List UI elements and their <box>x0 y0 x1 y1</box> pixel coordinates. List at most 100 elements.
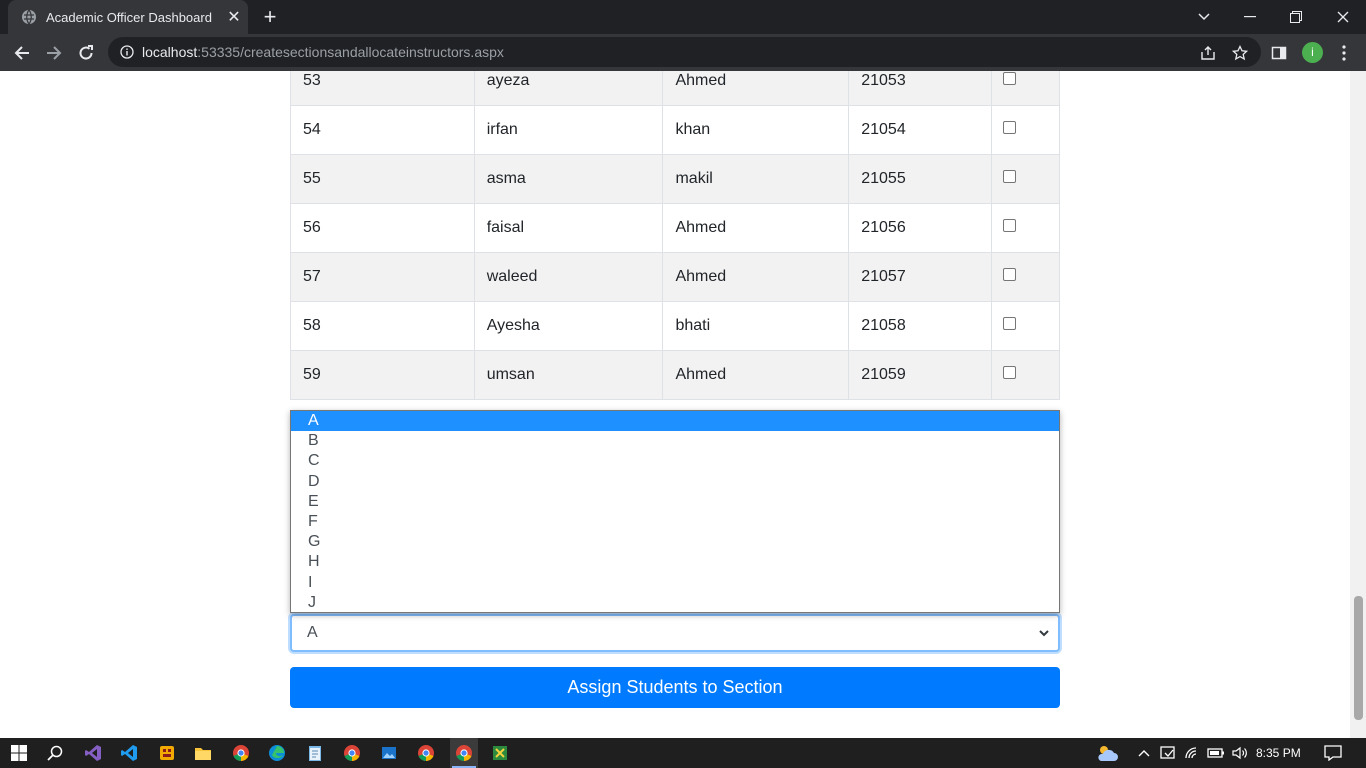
table-row: 56 faisal Ahmed 21056 <box>290 203 1060 253</box>
section-option[interactable]: B <box>291 431 1059 451</box>
tab-search-icon[interactable] <box>1181 0 1227 34</box>
student-checkbox[interactable] <box>1003 121 1017 134</box>
cell-select <box>991 301 1060 351</box>
cell-registration-no: 21053 <box>848 71 993 106</box>
cell-student-id: 58 <box>290 301 475 351</box>
tab-title: Academic Officer Dashboard <box>46 9 212 25</box>
section-option[interactable]: E <box>291 492 1059 512</box>
chrome-icon[interactable] <box>341 742 363 764</box>
side-panel-icon[interactable] <box>1265 39 1293 67</box>
section-option[interactable]: C <box>291 451 1059 471</box>
site-info-icon[interactable] <box>120 45 134 59</box>
visual-studio-icon[interactable] <box>82 742 104 764</box>
cell-registration-no: 21056 <box>848 203 993 253</box>
taskbar-clock[interactable]: 8:35 PM <box>1256 738 1301 768</box>
cell-student-id: 54 <box>290 105 475 155</box>
table-row: 53 ayeza Ahmed 21053 <box>290 71 1060 106</box>
cell-registration-no: 21058 <box>848 301 993 351</box>
forward-arrow-icon[interactable] <box>40 39 68 67</box>
cell-last-name: Ahmed <box>662 71 850 106</box>
app-icon[interactable] <box>156 742 178 764</box>
cell-last-name: bhati <box>662 301 850 351</box>
table-row: 58 Ayesha bhati 21058 <box>290 301 1060 351</box>
cell-last-name: Ahmed <box>662 350 850 400</box>
student-checkbox[interactable] <box>1003 219 1017 232</box>
section-option[interactable]: G <box>291 532 1059 552</box>
student-checkbox[interactable] <box>1003 170 1017 183</box>
profile-avatar[interactable]: i <box>1302 42 1323 63</box>
globe-icon <box>22 9 36 25</box>
minimize-button[interactable] <box>1227 0 1273 34</box>
section-option[interactable]: F <box>291 512 1059 532</box>
browser-titlebar: Academic Officer Dashboard ✕ + <box>0 0 1366 34</box>
students-table: 53 ayeza Ahmed 21053 54 irfan khan 21054 55 asma m… <box>290 71 1060 400</box>
browser-toolbar: localhost:53335/createsectionsandallocat… <box>0 34 1366 71</box>
search-icon[interactable] <box>44 742 66 764</box>
volume-icon[interactable] <box>1229 742 1251 764</box>
image-viewer-icon[interactable] <box>378 742 400 764</box>
table-row: 59 umsan Ahmed 21059 <box>290 350 1060 400</box>
student-checkbox[interactable] <box>1003 72 1017 85</box>
file-explorer-icon[interactable] <box>192 742 214 764</box>
cell-first-name: umsan <box>473 350 664 400</box>
student-checkbox[interactable] <box>1003 317 1017 330</box>
page-content: 53 ayeza Ahmed 21053 54 irfan khan 21054 55 asma m… <box>0 71 1350 738</box>
table-row: 55 asma makil 21055 <box>290 154 1060 204</box>
wifi-icon[interactable] <box>1181 742 1203 764</box>
cell-select <box>991 154 1060 204</box>
cell-last-name: khan <box>662 105 850 155</box>
cell-first-name: faisal <box>473 203 664 253</box>
chrome-icon[interactable] <box>415 742 437 764</box>
chrome-icon[interactable] <box>230 742 252 764</box>
cell-registration-no: 21057 <box>848 252 993 302</box>
vscode-icon[interactable] <box>118 742 140 764</box>
table-row: 57 waleed Ahmed 21057 <box>290 252 1060 302</box>
browser-tab[interactable]: Academic Officer Dashboard ✕ <box>8 0 248 34</box>
assign-students-button[interactable]: Assign Students to Section <box>290 667 1060 708</box>
windows-taskbar: 8:35 PM <box>0 738 1366 768</box>
section-option[interactable]: A <box>291 411 1059 432</box>
cell-last-name: Ahmed <box>662 252 850 302</box>
cell-registration-no: 21055 <box>848 154 993 204</box>
windows-start-icon[interactable] <box>8 742 30 764</box>
page-scrollbar[interactable] <box>1350 71 1366 738</box>
section-option[interactable]: J <box>291 593 1059 613</box>
edge-icon[interactable] <box>266 742 288 764</box>
restore-button[interactable] <box>1273 0 1319 34</box>
chevron-down-icon <box>1039 630 1049 637</box>
cell-first-name: ayeza <box>473 71 664 106</box>
reload-icon[interactable] <box>72 39 100 67</box>
battery-icon[interactable] <box>1205 742 1227 764</box>
share-icon[interactable] <box>1194 39 1222 67</box>
chrome-active-icon[interactable] <box>453 742 475 764</box>
url-path: :53335/createsectionsandallocateinstruct… <box>197 44 504 60</box>
cell-student-id: 53 <box>290 71 475 106</box>
notepad-icon[interactable] <box>304 742 326 764</box>
cell-first-name: waleed <box>473 252 664 302</box>
section-select[interactable]: A <box>290 614 1060 652</box>
snipping-tool-icon[interactable] <box>489 742 511 764</box>
student-checkbox[interactable] <box>1003 268 1017 281</box>
new-tab-button[interactable]: + <box>258 5 282 29</box>
back-arrow-icon[interactable] <box>8 39 36 67</box>
close-tab-icon[interactable]: ✕ <box>220 7 248 27</box>
cell-student-id: 57 <box>290 252 475 302</box>
section-options-list[interactable]: ABCDEFGHIJ <box>290 410 1060 613</box>
cell-registration-no: 21059 <box>848 350 993 400</box>
cell-last-name: Ahmed <box>662 203 850 253</box>
section-option[interactable]: D <box>291 472 1059 492</box>
section-option[interactable]: H <box>291 552 1059 572</box>
bookmark-star-icon[interactable] <box>1226 39 1254 67</box>
chevron-up-icon[interactable] <box>1133 742 1155 764</box>
table-row: 54 irfan khan 21054 <box>290 105 1060 155</box>
cell-last-name: makil <box>662 154 850 204</box>
address-bar[interactable]: localhost:53335/createsectionsandallocat… <box>108 37 1261 67</box>
tablet-mode-icon[interactable] <box>1157 742 1179 764</box>
section-option[interactable]: I <box>291 573 1059 593</box>
more-menu-icon[interactable] <box>1330 39 1358 67</box>
scrollbar-thumb[interactable] <box>1354 596 1363 720</box>
notifications-icon[interactable] <box>1322 742 1344 764</box>
close-window-button[interactable] <box>1320 0 1366 34</box>
student-checkbox[interactable] <box>1003 366 1017 379</box>
weather-icon[interactable] <box>1094 742 1120 764</box>
